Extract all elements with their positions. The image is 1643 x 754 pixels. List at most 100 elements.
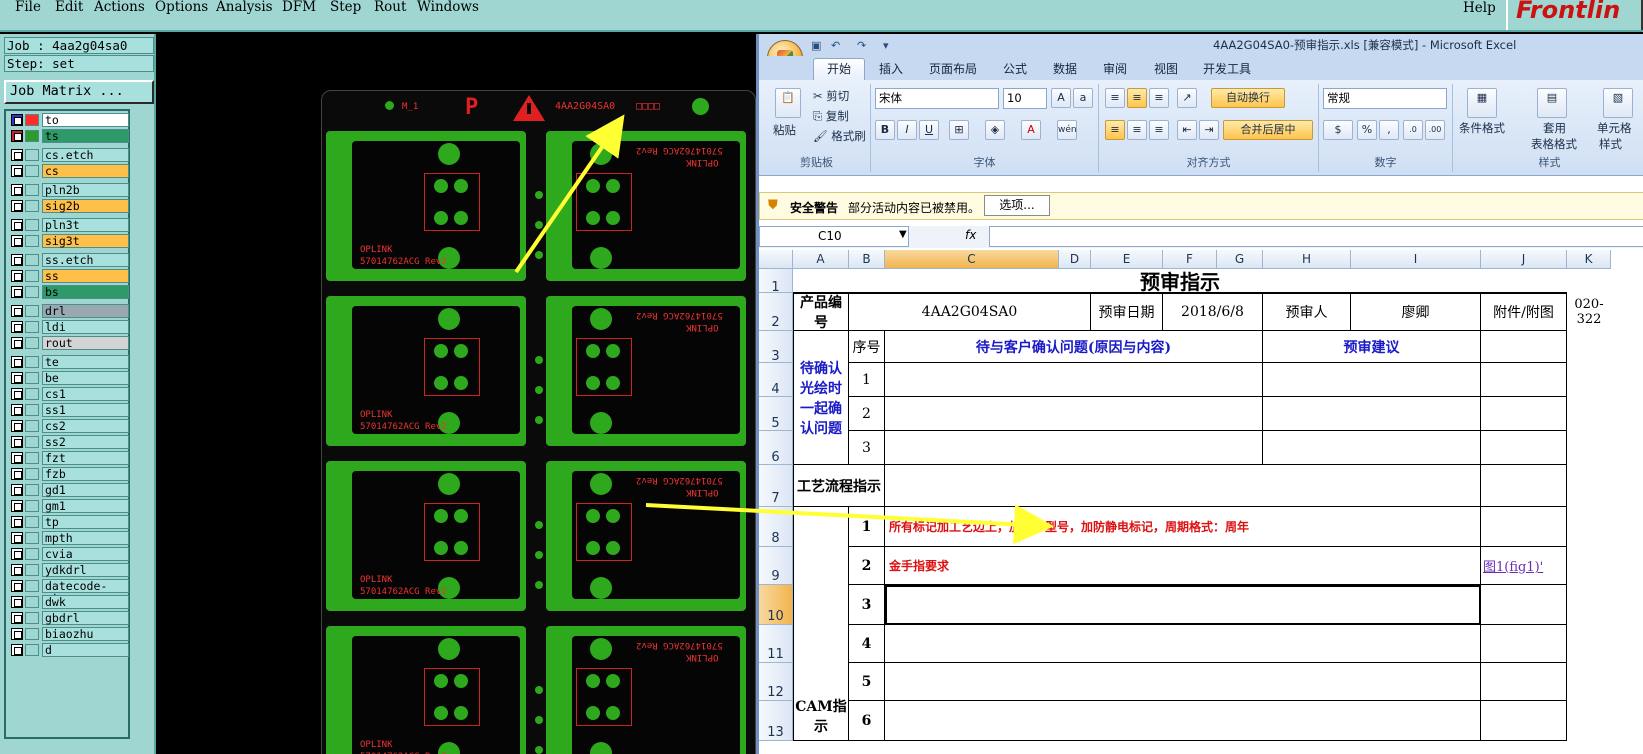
paste-icon[interactable]: 📋 (775, 88, 801, 118)
row-header-9[interactable]: 9 (759, 547, 793, 585)
layer-row-ts[interactable]: ts (9, 129, 129, 143)
cell-cam-attach[interactable] (1481, 625, 1567, 663)
decrease-decimal-icon[interactable]: .00 (1425, 120, 1445, 140)
layer-color-swatch[interactable] (25, 270, 39, 282)
layer-color-swatch[interactable] (25, 149, 39, 161)
cell-issue-attach[interactable] (1481, 363, 1567, 397)
layer-row-bs[interactable]: bs (9, 285, 129, 299)
undo-icon[interactable]: ↶ (831, 39, 845, 52)
layer-color-swatch[interactable] (25, 500, 39, 512)
column-header-F[interactable]: F (1163, 250, 1217, 269)
layer-name[interactable]: ss (42, 269, 129, 283)
number-format-select[interactable]: 常规 (1323, 88, 1447, 109)
row-header-11[interactable]: 11 (759, 625, 793, 663)
layer-color-swatch[interactable] (25, 388, 39, 400)
layer-name[interactable]: d (42, 643, 129, 657)
cell-suggestion-header[interactable]: 预审建议 (1263, 331, 1481, 363)
layer-name[interactable]: ldi (42, 320, 129, 334)
layer-name[interactable]: sig3t (42, 234, 129, 248)
conditional-format-icon[interactable]: ▦ (1467, 88, 1497, 118)
layer-checkbox[interactable] (11, 644, 23, 656)
layer-row-ydkdrl[interactable]: ydkdrl (9, 563, 129, 577)
column-header-B[interactable]: B (849, 250, 885, 269)
layer-checkbox[interactable] (11, 436, 23, 448)
menu-windows[interactable]: Windows (417, 0, 479, 14)
layer-row-ss2[interactable]: ss2 (9, 435, 129, 449)
layer-name[interactable]: dwk (42, 595, 129, 609)
layer-checkbox[interactable] (11, 628, 23, 640)
column-header-G[interactable]: G (1217, 250, 1263, 269)
layer-color-swatch[interactable] (25, 484, 39, 496)
layer-checkbox[interactable] (11, 516, 23, 528)
cell-cam-label[interactable]: CAM指示 (793, 507, 849, 741)
row-header-8[interactable]: 8 (759, 507, 793, 547)
layer-name[interactable]: cs2 (42, 419, 129, 433)
cell-issue-num[interactable]: 3 (849, 431, 885, 465)
layer-name[interactable]: ts (42, 129, 129, 143)
layer-name[interactable]: mpth (42, 531, 129, 545)
layer-checkbox[interactable] (11, 254, 23, 266)
layer-name[interactable]: cs.etch (42, 148, 129, 162)
layer-checkbox[interactable] (11, 356, 23, 368)
phonetic-button[interactable]: wén (1057, 120, 1077, 140)
layer-color-swatch[interactable] (25, 628, 39, 640)
cam-graphic-canvas[interactable]: M_1 P 4AA2G04SA0 □□□□ OPLINK 57014762ACG … (156, 34, 756, 754)
layer-row-ss[interactable]: ss (9, 269, 129, 283)
layer-checkbox[interactable] (11, 286, 23, 298)
cell-issue-num[interactable]: 1 (849, 363, 885, 397)
cell-j7[interactable] (1481, 465, 1567, 507)
column-header-H[interactable]: H (1263, 250, 1351, 269)
comma-icon[interactable]: , (1379, 120, 1399, 140)
layer-name[interactable]: biaozhu (42, 627, 129, 641)
row-header-13[interactable]: 13 (759, 701, 793, 741)
row-header-12[interactable]: 12 (759, 663, 793, 701)
layer-color-swatch[interactable] (25, 305, 39, 317)
percent-icon[interactable]: % (1357, 120, 1377, 140)
cell-cam-num[interactable]: 3 (849, 585, 885, 625)
namebox-dropdown-icon[interactable]: ▼ (899, 229, 907, 240)
layer-checkbox[interactable] (11, 532, 23, 544)
cell-issue-suggestion[interactable] (1263, 363, 1481, 397)
row-header-7[interactable]: 7 (759, 465, 793, 507)
layer-color-swatch[interactable] (25, 452, 39, 464)
increase-indent-icon[interactable]: ⇥ (1199, 120, 1219, 140)
row-header-6[interactable]: 6 (759, 431, 793, 465)
layer-color-swatch[interactable] (25, 337, 39, 349)
cell-cam-content[interactable] (885, 625, 1481, 663)
cell-cam-row2[interactable]: 金手指要求 (885, 547, 1481, 585)
layer-checkbox[interactable] (11, 184, 23, 196)
layer-color-swatch[interactable] (25, 644, 39, 656)
grow-font-icon[interactable]: A (1051, 88, 1071, 108)
layer-name[interactable]: gm1 (42, 499, 129, 513)
layer-name[interactable]: cs (42, 164, 129, 178)
layer-color-swatch[interactable] (25, 254, 39, 266)
cell-issue-content[interactable] (885, 397, 1263, 431)
cell-styles-button-2[interactable]: 样式 (1599, 136, 1622, 152)
layer-color-swatch[interactable] (25, 114, 39, 126)
align-bottom-icon[interactable]: ≡ (1149, 88, 1169, 108)
layer-name[interactable]: cvia (42, 547, 129, 561)
shrink-font-icon[interactable]: a (1073, 88, 1093, 108)
cell-date-value[interactable]: 2018/6/8 (1163, 293, 1263, 331)
layer-color-swatch[interactable] (25, 356, 39, 368)
fill-color-icon[interactable]: ◈ (985, 120, 1005, 140)
cell-cam-num[interactable]: 1 (849, 507, 885, 547)
job-matrix-button[interactable]: Job Matrix ... (4, 80, 154, 104)
cell-product-value[interactable]: 4AA2G04SA0 (849, 293, 1091, 331)
layer-checkbox[interactable] (11, 612, 23, 624)
format-table-icon[interactable]: ▤ (1537, 88, 1567, 118)
layer-row-ldi[interactable]: ldi (9, 320, 129, 334)
layer-name[interactable]: tp (42, 515, 129, 529)
layer-color-swatch[interactable] (25, 564, 39, 576)
cell-product-label[interactable]: 产品编号 (793, 293, 849, 331)
layer-row-dwk[interactable]: dwk (9, 595, 129, 609)
layer-name[interactable]: cs1 (42, 387, 129, 401)
layer-row-rout[interactable]: rout (9, 336, 129, 350)
cell-styles-button[interactable]: 单元格 (1597, 120, 1632, 136)
layer-row-sig3t[interactable]: sig3t (9, 234, 129, 248)
layer-checkbox[interactable] (11, 500, 23, 512)
layer-checkbox[interactable] (11, 596, 23, 608)
layer-checkbox[interactable] (11, 484, 23, 496)
format-table-button-2[interactable]: 表格格式 (1531, 136, 1577, 152)
tab-data[interactable]: 数据 (1053, 60, 1077, 77)
